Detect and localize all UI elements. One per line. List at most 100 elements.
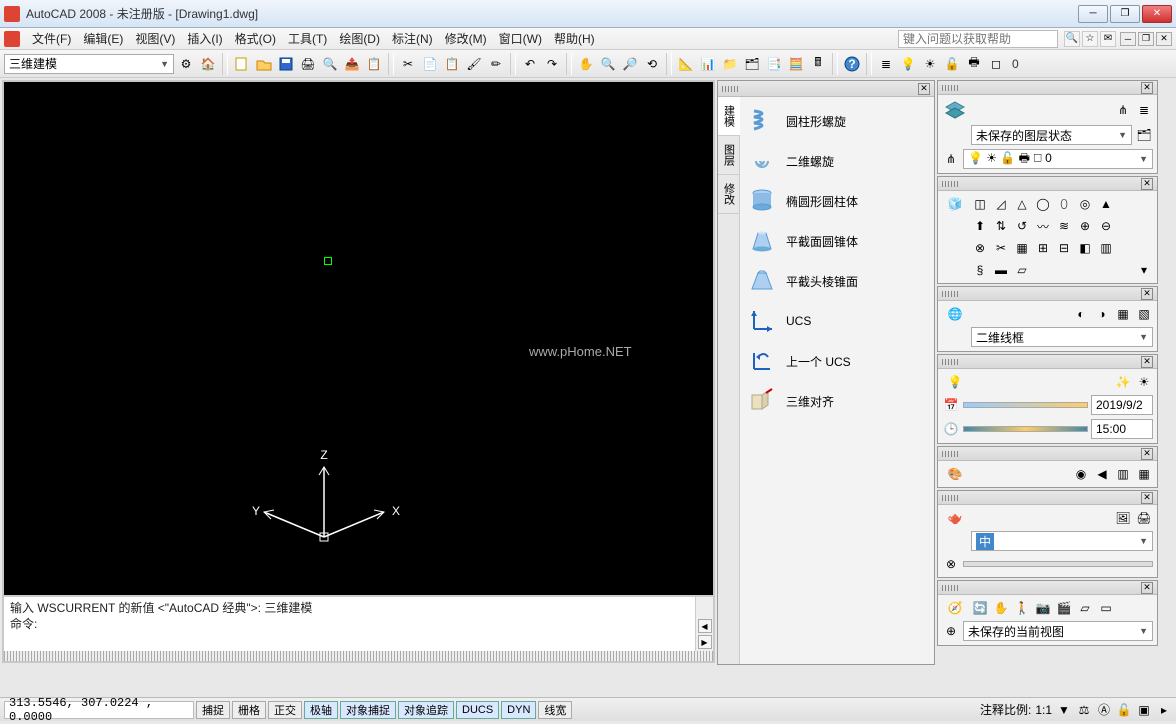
render-cancel-icon[interactable]: ⊗ [942,555,960,573]
box-icon[interactable]: ◫ [971,195,989,213]
sun-icon[interactable]: ☀ [920,54,940,74]
menu-help[interactable]: 帮助(H) [548,28,601,49]
tool-ellcyl[interactable]: 椭圆形圆柱体 [744,181,930,221]
palette-tab-modeling[interactable]: 建模 [718,97,740,136]
solids-icon[interactable]: 🧊 [942,197,968,211]
drawing-canvas[interactable]: www.pHome.NET Z X Y [4,82,713,595]
menu-modify[interactable]: 修改(M) [439,28,493,49]
polysolid-icon[interactable]: ▬ [992,261,1010,279]
ann-dropdown-icon[interactable]: ▼ [1056,702,1072,718]
tool-frustcone[interactable]: 平截面圆锥体 [744,221,930,261]
menu-window[interactable]: 窗口(W) [493,28,548,49]
persp-icon[interactable]: ▱ [1076,599,1094,617]
helix-tool-icon[interactable]: § [971,261,989,279]
lock-icon[interactable]: 🔓 [942,54,962,74]
preview-icon[interactable]: 🔍 [320,54,340,74]
saved-view-select[interactable]: 未保存的当前视图▼ [963,621,1153,641]
materials-icon[interactable]: 🎨 [942,467,968,481]
status-lwt[interactable]: 线宽 [538,701,572,719]
tool-frustpyr[interactable]: 平截头棱锥面 [744,261,930,301]
brush-icon[interactable]: ✏ [486,54,506,74]
sweep-icon[interactable]: 〰 [1034,217,1052,235]
tool-helical[interactable]: 圆柱形螺旋 [744,101,930,141]
color-icon[interactable]: ◻ [986,54,1006,74]
camera-icon[interactable]: 📷 [1034,599,1052,617]
light-a-icon[interactable]: ✨ [1114,373,1132,391]
favorite-icon[interactable]: ☆ [1082,31,1098,47]
menu-insert[interactable]: 插入(I) [181,28,228,49]
menu-view[interactable]: 视图(V) [129,28,181,49]
panel-close-button[interactable]: ✕ [1141,582,1153,594]
tool3-icon[interactable]: 📁 [720,54,740,74]
comm-center-icon[interactable]: ✉ [1100,31,1116,47]
extrude-icon[interactable]: ⬆ [971,217,989,235]
panel-close-button[interactable]: ✕ [1141,178,1153,190]
date-slider[interactable] [963,402,1088,408]
panel-grip-icon[interactable] [942,359,958,365]
tool6-icon[interactable]: 🧮 [786,54,806,74]
maximize-button[interactable]: ❐ [1110,5,1140,23]
light-b-icon[interactable]: ☀ [1135,373,1153,391]
thicken-icon[interactable]: ▦ [1013,239,1031,257]
palette-tab-layer[interactable]: 图层 [718,136,740,175]
tool2-icon[interactable]: 📊 [698,54,718,74]
loft-icon[interactable]: ≋ [1055,217,1073,235]
status-ortho[interactable]: 正交 [268,701,302,719]
menu-tool[interactable]: 工具(T) [282,28,333,49]
menu-dim[interactable]: 标注(N) [386,28,439,49]
section-icon[interactable]: ⊟ [1055,239,1073,257]
mat2-icon[interactable]: ◀ [1093,465,1111,483]
status-osnap[interactable]: 对象捕捉 [340,701,396,719]
zoom-win-icon[interactable]: 🔎 [620,54,640,74]
search-icon[interactable]: 🔍 [1064,31,1080,47]
orbit-icon[interactable]: 🔄 [971,599,989,617]
scroll-left-icon[interactable]: ◀ [698,619,712,633]
subtract-icon[interactable]: ⊖ [1097,217,1115,235]
panel-expand-icon[interactable]: ▾ [1135,261,1153,279]
redo-icon[interactable]: ↷ [542,54,562,74]
panel-grip-icon[interactable] [942,85,958,91]
paste-icon[interactable]: 📋 [442,54,462,74]
panel-grip-icon[interactable] [942,585,958,591]
copy-icon[interactable]: 📄 [420,54,440,74]
status-ducs[interactable]: DUCS [456,701,499,719]
tool4-icon[interactable]: 🗂 [742,54,762,74]
panel-close-button[interactable]: ✕ [1141,448,1153,460]
panel-close-button[interactable]: ✕ [1141,356,1153,368]
mat4-icon[interactable]: ▦ [1135,465,1153,483]
print-layer-icon[interactable]: 🖶 [964,54,984,74]
workspace-select[interactable]: 三维建模 ▼ [4,54,174,74]
layer-mgr-icon[interactable]: ≣ [876,54,896,74]
time-slider[interactable] [963,426,1088,432]
mdi-minimize-button[interactable]: ─ [1120,32,1136,46]
mat3-icon[interactable]: ▥ [1114,465,1132,483]
mesh-icon[interactable]: ▥ [1097,239,1115,257]
light-icon[interactable]: 💡 [942,375,968,389]
command-line[interactable]: 输入 WSCURRENT 的新值 <"AutoCAD 经典">: 三维建模 命令… [4,597,695,651]
status-max-icon[interactable]: ▣ [1136,702,1152,718]
match-icon[interactable]: 🖌 [464,54,484,74]
document-icon[interactable] [4,31,20,47]
publish-icon[interactable]: 📤 [342,54,362,74]
panel-grip-icon[interactable] [942,451,958,457]
tool-ucs[interactable]: UCS [744,301,930,341]
help-icon[interactable]: ? [842,54,862,74]
layer-state-select[interactable]: 未保存的图层状态▼ [971,125,1132,145]
render-icon[interactable]: 🫖 [942,511,968,525]
render2-icon[interactable]: 🖨 [1135,509,1153,527]
tool-prevucs[interactable]: 上一个 UCS [744,341,930,381]
status-dyn[interactable]: DYN [501,701,536,719]
panel-close-button[interactable]: ✕ [1141,82,1153,94]
slice-icon[interactable]: ✂ [992,239,1010,257]
calendar-icon[interactable]: 📅 [942,396,960,414]
minimize-button[interactable]: ─ [1078,5,1108,23]
tool1-icon[interactable]: 📐 [676,54,696,74]
layer-filter-icon[interactable]: ⋔ [1114,101,1132,119]
status-otrack[interactable]: 对象追踪 [398,701,454,719]
palette-close-button[interactable]: ✕ [918,83,930,95]
walk-icon[interactable]: 🚶 [1013,599,1031,617]
pyramid-icon[interactable]: ▲ [1097,195,1115,213]
ann-auto-icon[interactable]: Ⓐ [1096,702,1112,718]
torus-icon[interactable]: ◎ [1076,195,1094,213]
status-tray-icon[interactable]: ▸ [1156,702,1172,718]
